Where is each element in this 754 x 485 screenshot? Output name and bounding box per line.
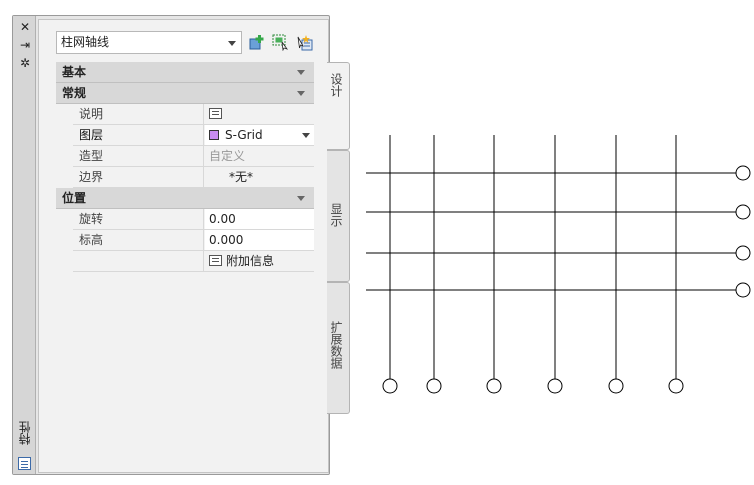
grid-bubble[interactable] bbox=[735, 204, 751, 220]
property-name: 边界 bbox=[73, 167, 204, 187]
category-general-label: 常规 bbox=[62, 86, 87, 100]
property-row-description: 说明 bbox=[73, 104, 314, 125]
grid-bubble[interactable] bbox=[735, 282, 751, 298]
settings-icon[interactable]: ✲ bbox=[17, 56, 33, 70]
tab-design-label: 设计 bbox=[329, 73, 343, 97]
grid-bubble[interactable] bbox=[735, 245, 751, 261]
collapse-icon[interactable] bbox=[297, 91, 305, 96]
shape-value: 自定义 bbox=[205, 146, 314, 166]
quick-select-icon[interactable] bbox=[296, 34, 313, 51]
rotation-value[interactable]: 0.00 bbox=[205, 209, 314, 229]
category-location-label: 位置 bbox=[62, 191, 87, 205]
chevron-down-icon bbox=[228, 41, 236, 46]
grid-bubbles bbox=[382, 165, 751, 394]
palette-title: 特性 bbox=[18, 421, 32, 445]
grid-bubble[interactable] bbox=[426, 378, 442, 394]
property-row-rotation: 旋转 0.00 bbox=[73, 209, 314, 230]
collapse-icon[interactable] bbox=[297, 196, 305, 201]
select-similar-icon[interactable] bbox=[272, 34, 289, 51]
tab-extended-data[interactable]: 扩展数据 bbox=[327, 282, 350, 414]
tab-display[interactable]: 显示 bbox=[327, 150, 350, 282]
category-basic-label: 基本 bbox=[62, 65, 87, 79]
tab-design[interactable]: 设计 bbox=[327, 62, 350, 150]
property-row-elevation: 标高 0.000 bbox=[73, 230, 314, 251]
property-name: 标高 bbox=[73, 230, 204, 250]
property-row-additional-info: 附加信息 bbox=[73, 251, 314, 272]
grid-bubble[interactable] bbox=[735, 165, 751, 181]
grid-lines bbox=[366, 135, 736, 380]
grid-bubble[interactable] bbox=[608, 378, 624, 394]
details-icon bbox=[209, 255, 222, 266]
palette-titlebar[interactable]: ✕ ⇥ ✲ 特性 bbox=[13, 16, 36, 474]
property-name: 说明 bbox=[73, 104, 204, 124]
boundary-value[interactable]: *无* bbox=[205, 167, 314, 187]
column-grid-drawing bbox=[366, 135, 751, 394]
grid-bubble[interactable] bbox=[547, 378, 563, 394]
property-row-shape: 造型 自定义 bbox=[73, 146, 314, 167]
property-row-boundary: 边界 *无* bbox=[73, 167, 314, 188]
chevron-down-icon[interactable] bbox=[302, 133, 310, 138]
add-selected-icon[interactable] bbox=[249, 34, 266, 51]
property-name: 造型 bbox=[73, 146, 204, 166]
property-name: 旋转 bbox=[73, 209, 204, 229]
property-row-layer: 图层 S-Grid bbox=[73, 125, 314, 146]
elevation-value[interactable]: 0.000 bbox=[205, 230, 314, 250]
details-icon[interactable] bbox=[209, 108, 222, 119]
properties-icon[interactable] bbox=[18, 457, 31, 470]
grid-bubble[interactable] bbox=[486, 378, 502, 394]
tab-extended-data-label: 扩展数据 bbox=[329, 321, 343, 369]
layer-color-swatch bbox=[209, 130, 219, 140]
category-basic[interactable]: 基本 bbox=[56, 62, 314, 83]
pin-icon[interactable]: ⇥ bbox=[17, 38, 33, 52]
grid-bubble[interactable] bbox=[668, 378, 684, 394]
category-location[interactable]: 位置 bbox=[56, 188, 314, 209]
style-dropdown-value: 柱网轴线 bbox=[61, 35, 110, 49]
additional-info-label: 附加信息 bbox=[226, 254, 275, 268]
close-icon[interactable]: ✕ bbox=[17, 20, 33, 34]
property-name: 图层 bbox=[73, 125, 204, 145]
tab-display-label: 显示 bbox=[329, 203, 343, 227]
property-grid: 基本 常规 说明 图层 S-Grid 造型 自定义 边界 *无* 位置 旋转 0… bbox=[56, 62, 314, 272]
description-value[interactable] bbox=[205, 104, 314, 124]
category-general[interactable]: 常规 bbox=[56, 83, 314, 104]
style-dropdown[interactable]: 柱网轴线 bbox=[56, 31, 242, 54]
layer-dropdown[interactable]: S-Grid bbox=[205, 125, 314, 145]
collapse-icon[interactable] bbox=[297, 70, 305, 75]
grid-bubble[interactable] bbox=[382, 378, 398, 394]
layer-value: S-Grid bbox=[225, 128, 263, 142]
property-name bbox=[73, 251, 204, 271]
additional-info-button[interactable]: 附加信息 bbox=[205, 251, 314, 271]
